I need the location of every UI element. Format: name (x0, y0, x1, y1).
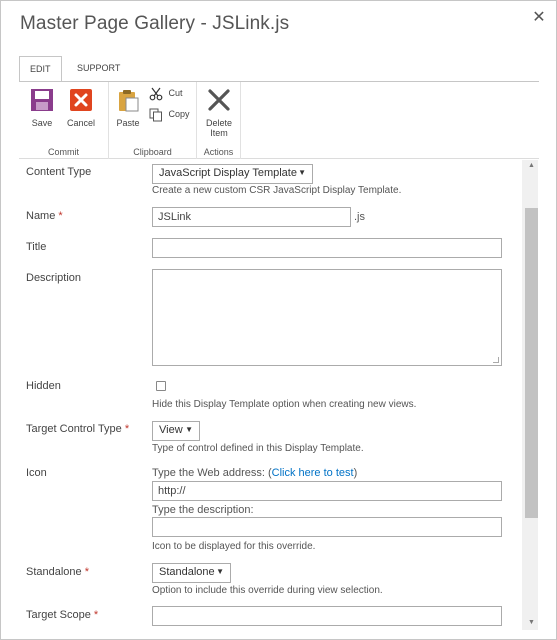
description-textarea[interactable] (152, 269, 502, 366)
required-mark: * (84, 566, 90, 578)
target-scope-input[interactable] (152, 606, 502, 626)
standalone-select[interactable]: Standalone ▼ (152, 563, 231, 583)
resize-grip-icon[interactable] (493, 357, 499, 363)
icon-address-prompt-text: Type the Web address: ( (152, 467, 272, 479)
chevron-down-icon: ▼ (185, 425, 193, 434)
content-type-label: Content Type (26, 166, 92, 178)
name-suffix: .js (354, 211, 365, 223)
content-type-select[interactable]: JavaScript Display Template ▼ (152, 164, 313, 184)
scissors-icon (149, 87, 163, 101)
standalone-label: Standalone * (26, 566, 89, 578)
delete-label-line1: Delete (205, 118, 232, 128)
save-label: Save (31, 118, 53, 128)
paste-icon (119, 90, 139, 112)
icon-label: Icon (26, 467, 47, 479)
chevron-down-icon: ▼ (298, 168, 306, 177)
target-scope-label: Target Scope * (26, 609, 98, 621)
standalone-label-text: Standalone (26, 566, 82, 578)
scroll-up-icon[interactable]: ▲ (525, 161, 538, 171)
icon-description-input[interactable] (152, 517, 502, 537)
paste-button[interactable]: Paste (110, 88, 146, 128)
delete-item-button[interactable]: Delete Item (200, 88, 238, 138)
content-type-value: JavaScript Display Template (159, 167, 297, 179)
cancel-button[interactable]: Cancel (63, 88, 99, 128)
icon-address-prompt-end: ) (353, 467, 358, 479)
cancel-label: Cancel (66, 118, 95, 128)
content-type-hint: Create a new custom CSR JavaScript Displ… (152, 185, 402, 196)
title-label: Title (26, 241, 47, 253)
save-button[interactable]: Save (24, 88, 60, 128)
target-control-type-value: View (159, 424, 183, 436)
scrollbar-thumb[interactable] (525, 208, 538, 518)
group-label-commit: Commit (48, 147, 79, 157)
group-label-actions: Actions (203, 147, 234, 157)
standalone-hint: Option to include this override during v… (152, 585, 383, 596)
target-control-type-hint: Type of control defined in this Display … (152, 443, 364, 454)
standalone-value: Standalone (159, 566, 215, 578)
dialog-title: Master Page Gallery - JSLink.js (20, 13, 290, 34)
paste-label: Paste (116, 118, 140, 128)
copy-label: Copy (168, 109, 190, 119)
ribbon-body: Save Cancel Commit Paste Cut Copy Clipbo… (19, 81, 539, 159)
title-input[interactable] (152, 238, 502, 258)
description-label: Description (26, 272, 82, 284)
icon-hint: Icon to be displayed for this override. (152, 541, 316, 552)
tab-support[interactable]: SUPPORT (67, 56, 130, 82)
delete-label-line2: Item (210, 128, 228, 138)
target-control-type-label-text: Target Control Type (26, 423, 122, 435)
icon-description-prompt: Type the description: (152, 504, 254, 516)
cut-label: Cut (168, 88, 183, 98)
save-icon (31, 89, 53, 111)
ribbon-group-actions: Delete Item Actions (197, 82, 241, 159)
tab-edit[interactable]: EDIT (19, 56, 62, 82)
cancel-icon (70, 89, 92, 111)
scroll-down-icon[interactable]: ▼ (525, 618, 538, 628)
hidden-checkbox[interactable] (156, 381, 166, 391)
dialog: Master Page Gallery - JSLink.js ✕ EDIT S… (0, 0, 557, 640)
target-control-type-label: Target Control Type * (26, 423, 129, 435)
target-scope-label-text: Target Scope (26, 609, 91, 621)
name-label: Name * (26, 210, 63, 222)
copy-button[interactable]: Copy (149, 106, 190, 122)
delete-icon (208, 89, 230, 111)
ribbon-group-clipboard: Paste Cut Copy Clipboard (109, 82, 197, 159)
hidden-hint: Hide this Display Template option when c… (152, 399, 417, 410)
group-label-clipboard: Clipboard (133, 147, 172, 157)
icon-address-prompt: Type the Web address: (Click here to tes… (152, 467, 357, 479)
click-here-to-test-link[interactable]: Click here to test (272, 467, 354, 479)
cut-button[interactable]: Cut (149, 85, 183, 101)
ribbon-group-commit: Save Cancel Commit (19, 82, 109, 159)
copy-icon (149, 108, 162, 122)
hidden-label: Hidden (26, 380, 61, 392)
required-mark: * (58, 210, 63, 222)
icon-url-input[interactable] (152, 481, 502, 501)
required-mark: * (124, 423, 130, 435)
target-control-type-select[interactable]: View ▼ (152, 421, 200, 441)
ribbon-tabs: EDIT SUPPORT (19, 56, 539, 82)
required-mark: * (93, 609, 99, 621)
name-label-text: Name (26, 210, 56, 222)
chevron-down-icon: ▼ (216, 567, 224, 576)
name-input[interactable] (152, 207, 351, 227)
close-icon[interactable]: ✕ (528, 7, 550, 29)
